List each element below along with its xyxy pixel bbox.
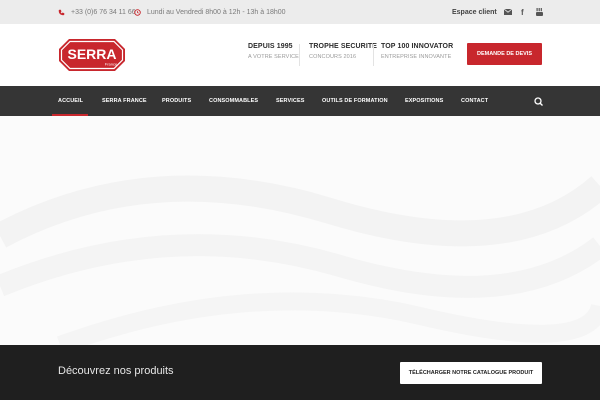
highlight-innovator: TOP 100 INNOVATOR ENTREPRISE INNOVANTE: [381, 43, 453, 60]
nav-item-serra-france[interactable]: SERRA FRANCE: [102, 86, 147, 116]
highlight-title: TOP 100 INNOVATOR: [381, 43, 454, 50]
nav-item-contact[interactable]: CONTACT: [461, 86, 488, 116]
phone-icon: [58, 9, 65, 16]
phone-number[interactable]: +33 (0)6 76 34 11 66: [71, 9, 136, 16]
logo-text: SERRA: [67, 46, 116, 62]
hours-info: Lundi au Vendredi 8h00 à 12h - 13h à 18h…: [134, 0, 286, 24]
opening-hours: Lundi au Vendredi 8h00 à 12h - 13h à 18h…: [147, 8, 286, 16]
nav-item-accueil[interactable]: ACCUEIL: [58, 86, 83, 116]
nav-item-expositions[interactable]: EXPOSITIONS: [405, 86, 443, 116]
top-bar: +33 (0)6 76 34 11 66 Lundi au Vendredi 8…: [0, 0, 600, 24]
client-area-link[interactable]: Espace client: [452, 0, 497, 24]
divider: [299, 44, 300, 66]
divider: [373, 44, 374, 66]
highlight-trophy: TROPHE SECURITE CONCOURS 2016: [309, 43, 377, 60]
nav-item-services[interactable]: SERVICES: [276, 86, 305, 116]
banner-text: Découvrez nos produits: [58, 365, 174, 377]
highlight-since-1995: DEPUIS 1995 A VOTRE SERVICE: [248, 43, 299, 60]
serra-logo[interactable]: SERRA France: [58, 38, 126, 72]
clock-icon: [134, 8, 141, 16]
site-header: SERRA France DEPUIS 1995 A VOTRE SERVICE…: [0, 24, 600, 86]
facebook-icon[interactable]: f: [521, 0, 524, 24]
envelope-icon[interactable]: [504, 0, 512, 24]
hero-background: [0, 175, 600, 345]
hero-slider: [0, 116, 600, 345]
highlight-subtitle: A VOTRE SERVICE: [248, 54, 299, 60]
nav-item-produits[interactable]: PRODUITS: [162, 86, 191, 116]
download-catalog-button[interactable]: TÉLÉCHARGER NOTRE CATALOGUE PRODUIT: [400, 362, 542, 384]
highlight-subtitle: CONCOURS 2016: [309, 54, 357, 60]
nav-item-consommables[interactable]: CONSOMMABLES: [209, 86, 258, 116]
phone-info[interactable]: +33 (0)6 76 34 11 66: [58, 0, 136, 24]
highlight-title: TROPHE SECURITE: [309, 43, 378, 50]
quote-request-button[interactable]: DEMANDE DE DEVIS: [467, 43, 542, 65]
catalog-banner: Découvrez nos produits TÉLÉCHARGER NOTRE…: [0, 345, 600, 400]
highlight-title: DEPUIS 1995: [248, 43, 293, 50]
nav-item-outils-de-formation[interactable]: OUTILS DE FORMATION: [322, 86, 388, 116]
youtube-icon[interactable]: [536, 0, 543, 24]
search-icon[interactable]: [533, 95, 545, 107]
highlight-subtitle: ENTREPRISE INNOVANTE: [381, 54, 452, 60]
main-nav: ACCUEIL SERRA FRANCE PRODUITS CONSOMMABL…: [0, 86, 600, 116]
logo-subtext: France: [105, 62, 118, 67]
